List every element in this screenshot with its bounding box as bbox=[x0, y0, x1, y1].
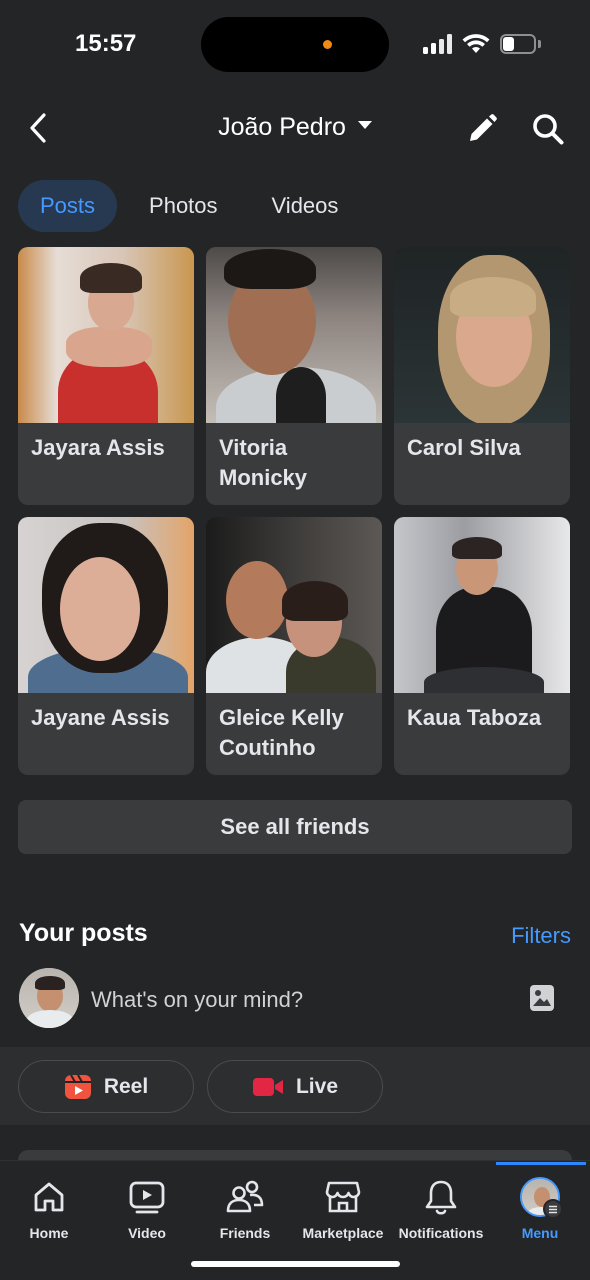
friend-card[interactable]: Jayane Assis bbox=[18, 517, 194, 775]
friend-name: Gleice Kelly Coutinho bbox=[219, 705, 344, 760]
live-label: Live bbox=[295, 1074, 339, 1098]
nav-notifications-label: Notifications bbox=[398, 1225, 484, 1241]
edit-button[interactable] bbox=[462, 109, 502, 149]
cellular-signal-icon bbox=[423, 34, 453, 54]
friends-grid: Jayara Assis Vitoria Monicky Carol Silva… bbox=[18, 247, 572, 775]
nav-menu-label: Menu bbox=[521, 1225, 559, 1241]
friend-card[interactable]: Vitoria Monicky bbox=[206, 247, 382, 505]
nav-menu[interactable]: Menu bbox=[491, 1161, 589, 1251]
quick-actions-bar: Reel Live bbox=[0, 1047, 590, 1125]
status-bar: 15:57 bbox=[0, 0, 590, 88]
reel-icon bbox=[64, 1074, 91, 1099]
friend-photo bbox=[206, 247, 382, 423]
friend-photo bbox=[394, 247, 570, 423]
home-icon bbox=[34, 1182, 64, 1212]
video-icon bbox=[129, 1181, 165, 1214]
menu-hamburger-icon bbox=[543, 1199, 563, 1219]
filters-link[interactable]: Filters bbox=[511, 923, 571, 949]
post-composer[interactable]: What's on your mind? bbox=[0, 968, 590, 1030]
profile-tabs: Posts Photos Videos bbox=[18, 180, 360, 232]
nav-home[interactable]: Home bbox=[0, 1161, 98, 1251]
friend-name: Vitoria Monicky bbox=[219, 435, 308, 490]
friends-icon bbox=[226, 1180, 264, 1213]
avatar[interactable] bbox=[19, 968, 79, 1028]
friend-card[interactable]: Jayara Assis bbox=[18, 247, 194, 505]
search-icon bbox=[533, 114, 564, 145]
live-button[interactable]: Live bbox=[207, 1060, 383, 1113]
live-video-icon bbox=[252, 1077, 283, 1096]
marketplace-icon bbox=[325, 1181, 361, 1213]
friend-card[interactable]: Gleice Kelly Coutinho bbox=[206, 517, 382, 775]
battery-icon bbox=[500, 34, 541, 54]
search-button[interactable] bbox=[528, 109, 568, 149]
see-all-friends-button[interactable]: See all friends bbox=[18, 800, 572, 854]
reel-button[interactable]: Reel bbox=[18, 1060, 194, 1113]
friend-name: Jayane Assis bbox=[31, 705, 170, 730]
photo-icon[interactable] bbox=[528, 983, 556, 1013]
friend-name: Carol Silva bbox=[407, 435, 521, 460]
pencil-icon bbox=[470, 114, 497, 141]
nav-friends[interactable]: Friends bbox=[196, 1161, 294, 1251]
mic-indicator-icon bbox=[323, 40, 332, 49]
home-indicator bbox=[191, 1261, 400, 1267]
clock: 15:57 bbox=[75, 30, 137, 57]
nav-video[interactable]: Video bbox=[98, 1161, 196, 1251]
friend-name: Jayara Assis bbox=[31, 435, 165, 460]
tab-photos[interactable]: Photos bbox=[127, 180, 240, 232]
dynamic-island bbox=[201, 17, 389, 72]
nav-home-label: Home bbox=[29, 1225, 69, 1241]
friend-photo bbox=[18, 517, 194, 693]
nav-marketplace-label: Marketplace bbox=[302, 1225, 384, 1241]
tab-posts[interactable]: Posts bbox=[18, 180, 118, 232]
nav-notifications[interactable]: Notifications bbox=[392, 1161, 490, 1251]
tab-videos[interactable]: Videos bbox=[250, 180, 361, 232]
friend-photo bbox=[206, 517, 382, 693]
composer-placeholder[interactable]: What's on your mind? bbox=[91, 987, 303, 1013]
friend-photo bbox=[394, 517, 570, 693]
caret-down-icon bbox=[357, 121, 372, 130]
friend-card[interactable]: Carol Silva bbox=[394, 247, 570, 505]
reel-label: Reel bbox=[103, 1074, 149, 1098]
profile-name: João Pedro bbox=[218, 113, 346, 141]
nav-friends-label: Friends bbox=[219, 1225, 271, 1241]
your-posts-heading: Your posts bbox=[19, 919, 148, 947]
bell-icon bbox=[425, 1180, 457, 1215]
friend-card[interactable]: Kaua Taboza bbox=[394, 517, 570, 775]
nav-video-label: Video bbox=[128, 1225, 166, 1241]
nav-marketplace[interactable]: Marketplace bbox=[294, 1161, 392, 1251]
wifi-icon bbox=[462, 34, 490, 53]
active-tab-indicator bbox=[496, 1162, 586, 1165]
friend-name: Kaua Taboza bbox=[407, 705, 542, 730]
profile-header: João Pedro bbox=[0, 95, 590, 161]
friend-photo bbox=[18, 247, 194, 423]
